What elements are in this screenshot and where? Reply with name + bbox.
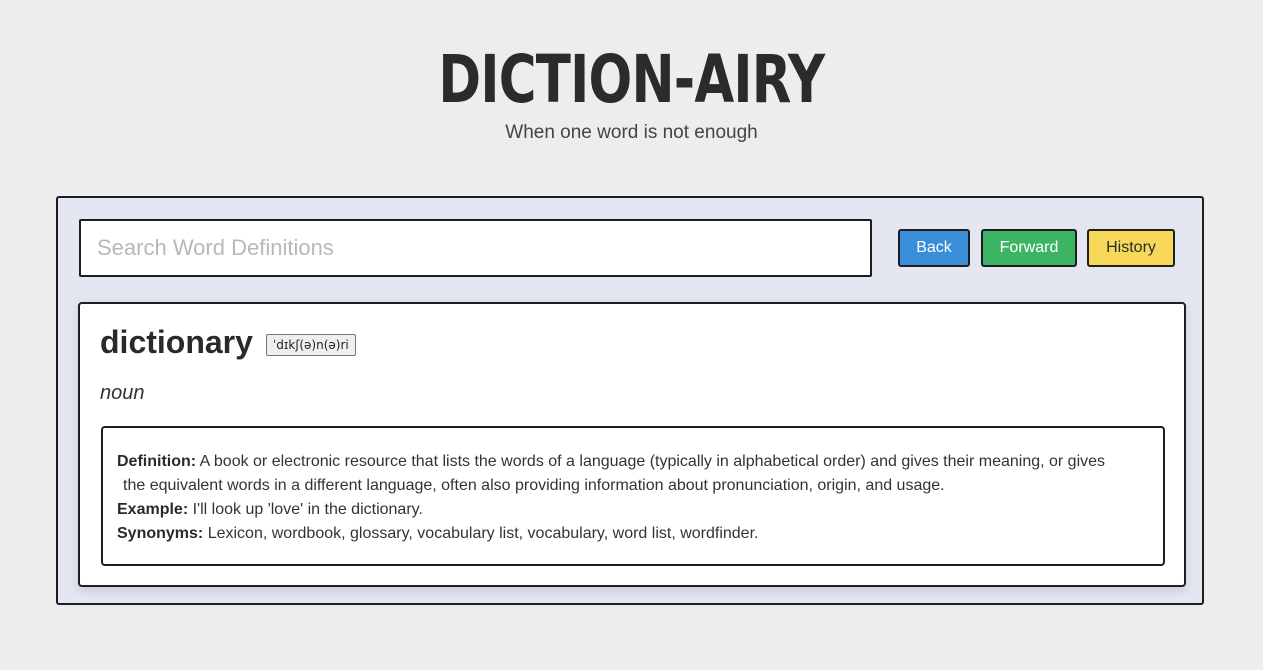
example-text: I'll look up 'love' in the dictionary. [192,501,423,518]
part-of-speech: noun [100,382,145,404]
definition-row: Definition: A book or electronic resourc… [117,450,1149,474]
synonyms-text: Lexicon, wordbook, glossary, vocabulary … [207,525,759,542]
app-header: DICTION-AIRY When one word is not enough [0,0,1263,144]
back-button[interactable]: Back [898,229,970,267]
phonetic-button[interactable]: ˈdɪkʃ(ə)n(ə)ri [266,334,356,356]
example-row: Example: I'll look up 'love' in the dict… [117,498,1149,522]
definition-row-continued: the equivalent words in a different lang… [117,474,1149,498]
example-label: Example: [117,501,189,518]
forward-button[interactable]: Forward [981,229,1077,267]
entry-word: dictionary [100,324,253,360]
search-input[interactable] [79,219,872,277]
definition-box: Definition: A book or electronic resourc… [101,426,1165,566]
synonyms-label: Synonyms: [117,525,204,542]
definition-label: Definition: [117,453,197,470]
app-logo: DICTION-AIRY [438,41,826,118]
dictionary-panel: Back Forward History dictionary ˈdɪkʃ(ə)… [56,196,1204,605]
word-entry-card: dictionary ˈdɪkʃ(ə)n(ə)ri noun Definitio… [78,302,1186,587]
synonyms-row: Synonyms: Lexicon, wordbook, glossary, v… [117,522,1149,546]
definition-text-line1: A book or electronic resource that lists… [199,453,1106,470]
history-button[interactable]: History [1087,229,1175,267]
app-tagline: When one word is not enough [505,122,758,143]
definition-text-line2: the equivalent words in a different lang… [123,477,945,494]
